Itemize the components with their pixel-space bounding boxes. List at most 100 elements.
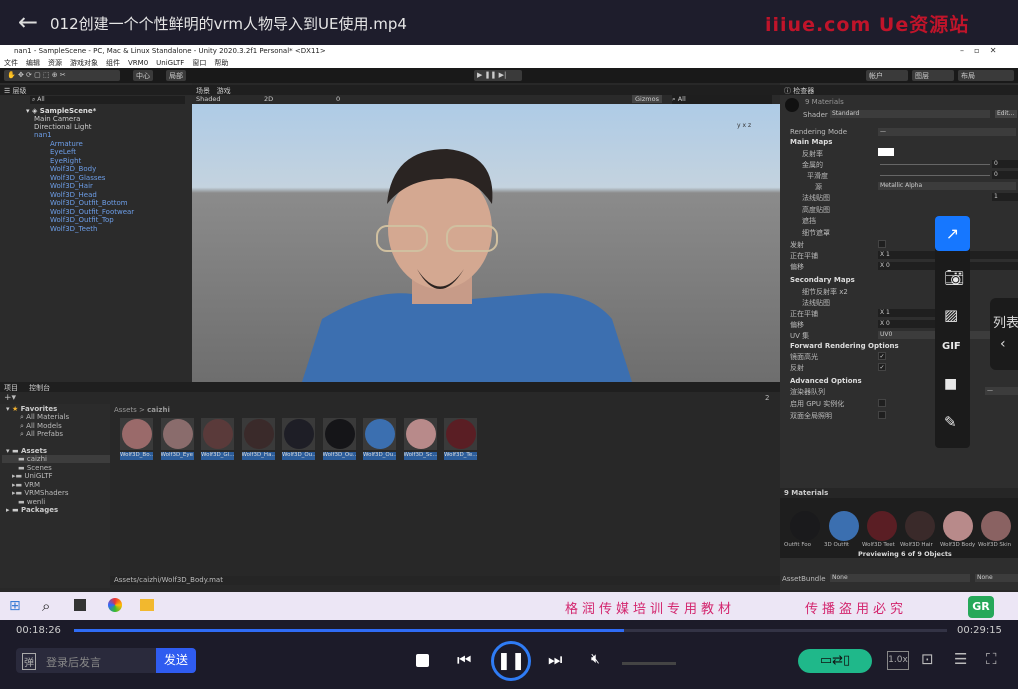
menu-gameobject[interactable]: 游戏对象 bbox=[70, 59, 98, 67]
layers-dropdown[interactable]: 图层 bbox=[912, 70, 954, 81]
hierarchy-item[interactable]: Wolf3D_Outfit_Bottom bbox=[50, 199, 128, 207]
reflections-checkbox[interactable]: ✓ bbox=[878, 363, 886, 371]
send-button[interactable]: 发送 bbox=[156, 648, 196, 673]
gizmos-dropdown[interactable]: Gizmos bbox=[632, 95, 662, 103]
hierarchy-item[interactable]: Wolf3D_Teeth bbox=[50, 225, 97, 233]
speed-button[interactable]: 1.0x bbox=[887, 651, 909, 670]
folder-item[interactable]: ▬ caizhi bbox=[18, 455, 47, 463]
favorites[interactable]: ▾ ★ Favorites bbox=[6, 405, 57, 413]
assetbundle-variant-dropdown[interactable]: None bbox=[975, 574, 1018, 582]
add-button[interactable]: +▾ bbox=[4, 393, 16, 403]
hierarchy-item[interactable]: Wolf3D_Glasses bbox=[50, 174, 105, 182]
fullscreen-icon[interactable]: ⛶ bbox=[986, 650, 997, 668]
search-icon[interactable]: ⌕ bbox=[42, 597, 50, 615]
menu-edit[interactable]: 编辑 bbox=[26, 59, 40, 67]
normal-scale[interactable]: 1 bbox=[992, 193, 1018, 201]
emission-checkbox[interactable] bbox=[878, 240, 886, 248]
fav-item[interactable]: ⌕ All Prefabs bbox=[20, 430, 63, 439]
hierarchy-item[interactable]: Main Camera bbox=[34, 115, 80, 123]
specular-checkbox[interactable]: ✓ bbox=[878, 352, 886, 360]
assetbundle-dropdown[interactable]: None bbox=[830, 574, 970, 582]
progress-bar[interactable] bbox=[74, 629, 947, 632]
unity-app-icon[interactable] bbox=[74, 599, 86, 611]
camera-icon[interactable]: 📷︎ bbox=[944, 268, 964, 287]
tab-console[interactable]: 控制台 bbox=[29, 384, 50, 392]
2d-toggle[interactable]: 2D bbox=[264, 95, 273, 103]
scene-viewport[interactable]: y x z bbox=[192, 104, 780, 382]
scene-root[interactable]: ▾ ◈ SampleScene* bbox=[26, 107, 96, 115]
hierarchy-item[interactable]: EyeRight bbox=[50, 157, 81, 165]
scene-gizmo-axis[interactable]: y x z bbox=[737, 122, 751, 129]
material-asset[interactable] bbox=[282, 418, 315, 450]
share-icon[interactable]: ↗ bbox=[935, 216, 970, 251]
folder-item[interactable]: ▬ wenli bbox=[18, 498, 45, 506]
back-arrow-icon[interactable]: ← bbox=[18, 8, 38, 36]
shader-edit-button[interactable]: Edit... bbox=[995, 110, 1017, 118]
windows-start-icon[interactable]: ⊞ bbox=[9, 598, 21, 614]
hierarchy-item[interactable]: Wolf3D_Hair bbox=[50, 182, 93, 190]
albedo-color-swatch[interactable] bbox=[878, 148, 894, 156]
hierarchy-item[interactable]: EyeLeft bbox=[50, 148, 76, 156]
inspector-tab[interactable]: ⓘ 检查器 bbox=[780, 85, 1018, 95]
material-asset[interactable] bbox=[241, 418, 275, 450]
list-panel-toggle[interactable]: 列表 ‹ bbox=[990, 298, 1018, 370]
menu-file[interactable]: 文件 bbox=[4, 59, 18, 67]
tab-game[interactable]: 游戏 bbox=[217, 87, 231, 95]
crumb[interactable]: Assets bbox=[114, 406, 137, 414]
material-asset[interactable] bbox=[444, 418, 477, 450]
account-dropdown[interactable]: 帐户 bbox=[866, 70, 908, 81]
menu-unigltf[interactable]: UniGLTF bbox=[156, 59, 184, 67]
danmaku-input[interactable]: 弹 登录后发言 发送 bbox=[16, 648, 196, 673]
metallic-value[interactable]: 0 bbox=[992, 160, 1018, 168]
volume-slider[interactable] bbox=[622, 662, 676, 665]
menu-window[interactable]: 窗口 bbox=[192, 59, 206, 67]
hierarchy-item[interactable]: nan1 bbox=[34, 131, 52, 139]
hierarchy-tab[interactable]: ☰ 层级 bbox=[0, 85, 192, 95]
menu-vrm0[interactable]: VRM0 bbox=[128, 59, 148, 67]
menu-help[interactable]: 帮助 bbox=[214, 59, 228, 67]
assets-folder[interactable]: ▾ ▬ Assets bbox=[6, 447, 47, 455]
window-controls[interactable]: – ▫ ✕ bbox=[960, 46, 996, 55]
lock-icon[interactable]: ⊡ bbox=[921, 650, 934, 668]
screen-switch-icon[interactable]: ▭⇄▯ bbox=[798, 649, 872, 673]
shader-dropdown[interactable]: Standard bbox=[830, 110, 990, 118]
menu-assets[interactable]: 资源 bbox=[48, 59, 62, 67]
transform-tools[interactable]: ✋ ✥ ⟳ ▢ ⬚ ⊕ ✂ bbox=[4, 70, 120, 81]
pause-button[interactable]: ❚❚ bbox=[491, 641, 531, 681]
image-icon[interactable]: ▨ bbox=[944, 306, 958, 324]
folder-item[interactable]: ▬ Scenes bbox=[18, 464, 52, 472]
play-controls[interactable]: ▶ ❚❚ ▶| bbox=[474, 70, 522, 81]
material-asset[interactable] bbox=[363, 418, 396, 450]
hierarchy-item[interactable]: Wolf3D_Outfit_Footwear bbox=[50, 208, 134, 216]
smoothness-value[interactable]: 0 bbox=[992, 171, 1018, 179]
material-asset[interactable] bbox=[322, 418, 356, 450]
material-asset[interactable] bbox=[201, 418, 234, 450]
hierarchy-search[interactable]: ⌕ All bbox=[30, 96, 185, 104]
folder-item[interactable]: ▸▬ VRMShaders bbox=[12, 489, 69, 497]
metallic-slider[interactable] bbox=[880, 164, 990, 165]
tab-scene[interactable]: 场景 bbox=[196, 87, 210, 95]
settings-sliders-icon[interactable]: ☰ bbox=[954, 650, 967, 668]
crumb[interactable]: caizhi bbox=[147, 406, 170, 414]
pivot-local-button[interactable]: 局部 bbox=[166, 70, 186, 81]
material-asset[interactable] bbox=[403, 418, 437, 450]
scene-search[interactable]: ⌕ All bbox=[672, 95, 772, 104]
source-dropdown[interactable]: Metallic Alpha bbox=[878, 182, 1016, 190]
folder-item[interactable]: ▸▬ VRM bbox=[12, 481, 40, 489]
danmaku-icon[interactable]: 弹 bbox=[22, 653, 36, 670]
packages-folder[interactable]: ▸ ▬ Packages bbox=[6, 506, 58, 514]
fav-item[interactable]: ⌕ All Materials bbox=[20, 413, 69, 422]
layout-dropdown[interactable]: 布局 bbox=[958, 70, 1014, 81]
hierarchy-item[interactable]: Wolf3D_Outfit_Top bbox=[50, 216, 114, 224]
folder-item[interactable]: ▸▬ UniGLTF bbox=[12, 472, 53, 480]
rendering-mode-dropdown[interactable]: — bbox=[878, 128, 1016, 136]
fx-count[interactable]: 0 bbox=[336, 95, 340, 103]
video-record-icon[interactable]: ■ bbox=[944, 376, 957, 392]
smoothness-slider[interactable] bbox=[880, 175, 990, 176]
mute-icon[interactable]: 🔇︎ bbox=[591, 651, 600, 667]
gpu-instancing-checkbox[interactable] bbox=[878, 399, 886, 407]
previous-icon[interactable]: ⏮︎ bbox=[457, 650, 471, 670]
material-asset[interactable] bbox=[160, 418, 194, 450]
pivot-center-button[interactable]: 中心 bbox=[133, 70, 153, 81]
tab-project[interactable]: 项目 bbox=[4, 384, 18, 392]
